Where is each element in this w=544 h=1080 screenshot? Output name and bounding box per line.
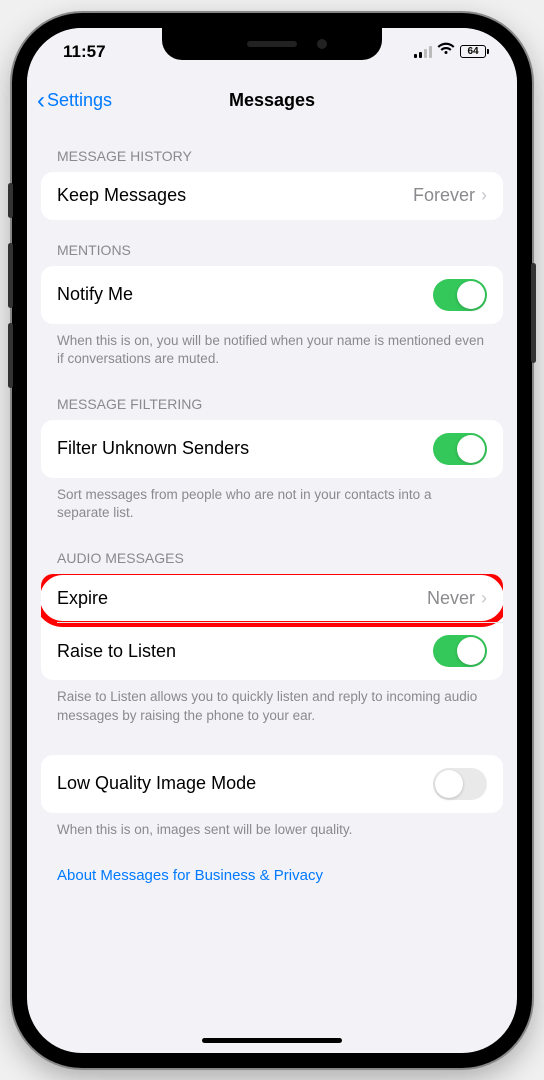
about-link[interactable]: About Messages for Business & Privacy: [41, 845, 503, 894]
row-raise-to-listen[interactable]: Raise to Listen: [41, 622, 503, 680]
group-mentions: Notify Me: [41, 266, 503, 324]
row-notify-me[interactable]: Notify Me: [41, 266, 503, 324]
chevron-right-icon: ›: [481, 185, 487, 206]
side-button-volume-down: [8, 323, 13, 388]
row-label: Raise to Listen: [57, 641, 176, 662]
chevron-right-icon: ›: [481, 588, 487, 609]
footnote-low-quality: When this is on, images sent will be low…: [41, 813, 503, 845]
row-label: Low Quality Image Mode: [57, 773, 256, 794]
chevron-left-icon: ‹: [37, 87, 45, 115]
toggle-notify-me[interactable]: [433, 279, 487, 311]
row-keep-messages[interactable]: Keep Messages Forever ›: [41, 172, 503, 220]
status-right: 64: [414, 42, 489, 61]
notch: [162, 28, 382, 60]
nav-bar: ‹ Settings Messages: [27, 76, 517, 126]
footnote-filtering: Sort messages from people who are not in…: [41, 478, 503, 528]
phone-frame: 11:57 64 ‹ Settings Messages MESSAGE HIS…: [12, 13, 532, 1068]
group-message-history: Keep Messages Forever ›: [41, 172, 503, 220]
row-low-quality[interactable]: Low Quality Image Mode: [41, 755, 503, 813]
section-header-mentions: MENTIONS: [41, 220, 503, 266]
back-label: Settings: [47, 90, 112, 111]
toggle-low-quality[interactable]: [433, 768, 487, 800]
row-label: Notify Me: [57, 284, 133, 305]
side-button-volume-up: [8, 243, 13, 308]
row-expire[interactable]: Expire Never ›: [41, 574, 503, 622]
footnote-audio: Raise to Listen allows you to quickly li…: [41, 680, 503, 730]
group-low-quality: Low Quality Image Mode: [41, 755, 503, 813]
toggle-filter-unknown[interactable]: [433, 433, 487, 465]
screen: 11:57 64 ‹ Settings Messages MESSAGE HIS…: [27, 28, 517, 1053]
row-value: Never ›: [427, 588, 487, 609]
group-audio: Expire Never › Raise to Listen: [41, 574, 503, 680]
section-header-audio: AUDIO MESSAGES: [41, 528, 503, 574]
side-button-power: [531, 263, 536, 363]
side-button-silence: [8, 183, 13, 218]
battery-level: 64: [467, 46, 478, 57]
section-header-filtering: MESSAGE FILTERING: [41, 374, 503, 420]
wifi-icon: [437, 42, 455, 61]
row-label: Expire: [57, 588, 108, 609]
toggle-raise-to-listen[interactable]: [433, 635, 487, 667]
section-header-message-history: MESSAGE HISTORY: [41, 126, 503, 172]
content[interactable]: MESSAGE HISTORY Keep Messages Forever › …: [27, 126, 517, 1039]
group-filtering: Filter Unknown Senders: [41, 420, 503, 478]
cellular-icon: [414, 46, 432, 58]
row-value: Forever ›: [413, 185, 487, 206]
row-label: Filter Unknown Senders: [57, 438, 249, 459]
battery-icon: 64: [460, 45, 489, 58]
row-filter-unknown[interactable]: Filter Unknown Senders: [41, 420, 503, 478]
back-button[interactable]: ‹ Settings: [37, 87, 112, 115]
row-label: Keep Messages: [57, 185, 186, 206]
page-title: Messages: [229, 90, 315, 111]
home-indicator[interactable]: [202, 1038, 342, 1043]
footnote-mentions: When this is on, you will be notified wh…: [41, 324, 503, 374]
status-time: 11:57: [63, 42, 106, 62]
